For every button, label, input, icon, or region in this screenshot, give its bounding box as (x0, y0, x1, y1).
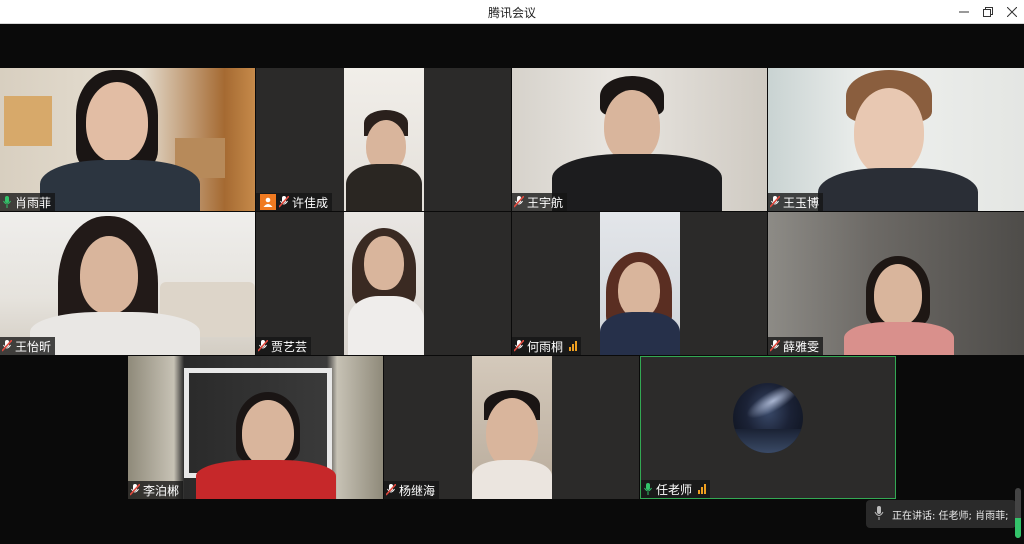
volume-meter (1015, 488, 1021, 538)
user-avatar-icon (260, 194, 276, 210)
person-face (874, 264, 922, 326)
person-body (600, 312, 680, 355)
mic-active-icon (2, 196, 12, 208)
window-title: 腾讯会议 (487, 6, 536, 20)
title-bar: 腾讯会议 (0, 0, 1024, 24)
participant-name: 王怡昕 (15, 339, 52, 354)
video-feed (472, 356, 552, 499)
nameplate: 薛雅雯 (768, 337, 824, 355)
video-feed (344, 68, 424, 211)
person-face (604, 90, 660, 162)
mic-active-icon (643, 483, 653, 495)
mic-muted-icon (386, 484, 396, 496)
mic-muted-icon (770, 340, 780, 352)
participant-name: 肖雨菲 (15, 195, 52, 210)
person-body (30, 312, 200, 355)
video-tile-heyutong[interactable]: 何雨桐 (512, 212, 767, 355)
video-tile-jiayiyun[interactable]: 贾艺芸 (256, 212, 511, 355)
video-feed (600, 212, 680, 355)
nameplate: 王怡昕 (0, 337, 56, 355)
volume-level (1015, 518, 1021, 538)
video-tile-xiaoyufei[interactable]: 肖雨菲 (0, 68, 255, 211)
nameplate: 许佳成 (256, 193, 333, 211)
video-tile-yangjihai[interactable]: 杨继海 (384, 356, 639, 499)
person-body (196, 460, 336, 499)
microphone-icon (874, 505, 884, 524)
mic-muted-icon (770, 196, 780, 208)
participant-name: 任老师 (656, 482, 693, 497)
nameplate: 贾艺芸 (256, 337, 312, 355)
close-icon[interactable] (998, 0, 1024, 24)
signal-bars-icon (698, 484, 707, 494)
video-tile-wangyubo[interactable]: 王玉博 (768, 68, 1024, 211)
signal-bars-icon (569, 341, 578, 351)
video-tile-xujiacheng[interactable]: 许佳成 (256, 68, 511, 211)
participant-name: 李泊郴 (143, 483, 180, 498)
person-face (618, 262, 660, 318)
person-face (486, 398, 538, 468)
participant-name: 何雨桐 (527, 339, 564, 354)
participant-name: 许佳成 (292, 195, 329, 210)
horizon-reflection (733, 429, 803, 453)
participant-name: 王宇航 (527, 195, 564, 210)
person-body (348, 296, 424, 355)
nameplate: 任老师 (641, 480, 711, 498)
participant-name: 薛雅雯 (783, 339, 820, 354)
video-grid: 肖雨菲 许佳成 王宇航 王玉博 王怡昕 贾艺芸 何雨桐 薛雅雯 李泊郴 杨继海 … (0, 24, 1024, 544)
mic-muted-icon (514, 340, 524, 352)
nameplate: 杨继海 (384, 481, 440, 499)
mic-muted-icon (279, 196, 289, 208)
person-face (242, 400, 294, 466)
participant-name: 贾艺芸 (271, 339, 308, 354)
person-face (854, 88, 924, 176)
person-face (364, 236, 404, 290)
video-feed (344, 212, 424, 355)
person-body (552, 154, 722, 211)
person-face (86, 82, 148, 162)
starry-sky-avatar (733, 383, 803, 453)
poster (4, 96, 52, 146)
mic-muted-icon (514, 196, 524, 208)
participant-name: 王玉博 (783, 195, 820, 210)
participant-name: 杨继海 (399, 483, 436, 498)
mic-muted-icon (130, 484, 140, 496)
nameplate: 王玉博 (768, 193, 824, 211)
nameplate: 李泊郴 (128, 481, 184, 499)
video-tile-xueyawen[interactable]: 薛雅雯 (768, 212, 1024, 355)
video-tile-renlaoshi[interactable]: 任老师 (640, 356, 896, 499)
person-face (80, 236, 138, 314)
milky-way (742, 383, 803, 425)
speaking-indicator: 正在讲话: 任老师; 肖雨菲; (866, 500, 1016, 528)
person-body (40, 160, 200, 211)
video-tile-libochen[interactable]: 李泊郴 (128, 356, 383, 499)
person-body (472, 460, 552, 499)
person-body (818, 168, 978, 211)
nameplate: 肖雨菲 (0, 193, 56, 211)
person-body (346, 164, 422, 211)
mic-muted-icon (258, 340, 268, 352)
nameplate: 王宇航 (512, 193, 568, 211)
video-tile-wangyuhang[interactable]: 王宇航 (512, 68, 767, 211)
mic-muted-icon (2, 340, 12, 352)
video-tile-wangyixin[interactable]: 王怡昕 (0, 212, 255, 355)
nameplate: 何雨桐 (512, 337, 582, 355)
speaking-text: 正在讲话: 任老师; 肖雨菲; (892, 510, 1009, 522)
person-body (844, 322, 954, 355)
